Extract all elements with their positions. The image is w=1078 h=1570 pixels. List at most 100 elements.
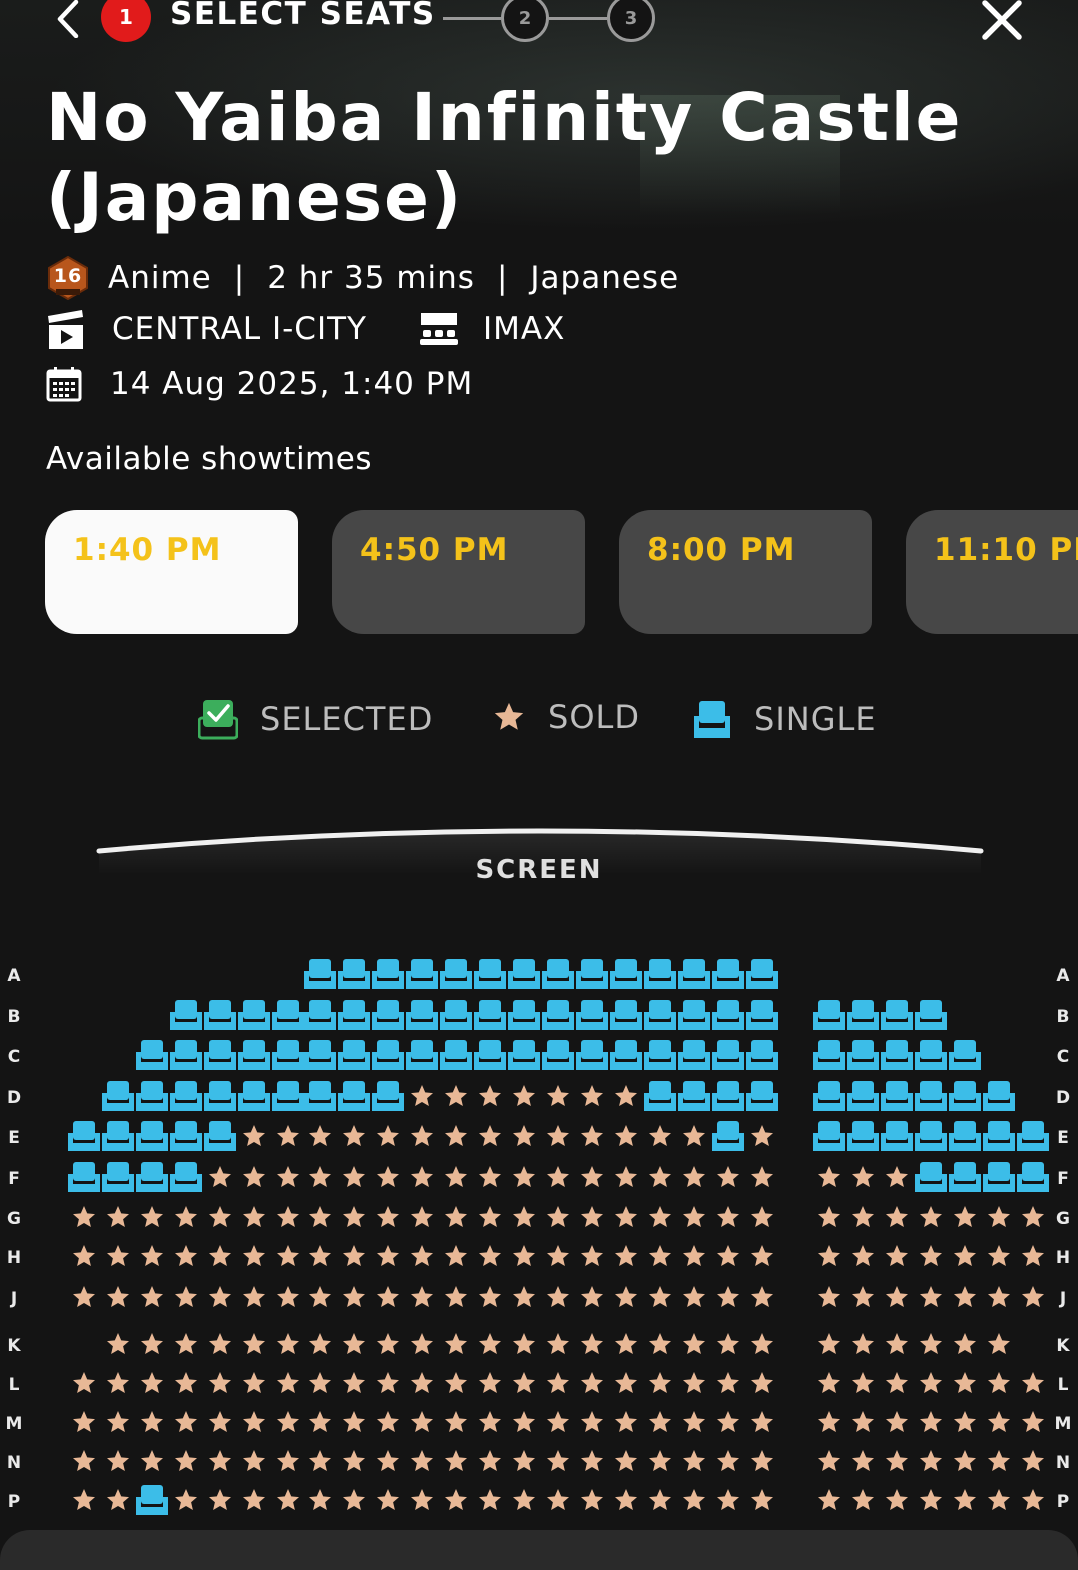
available-seat[interactable] bbox=[745, 1079, 779, 1113]
available-seat[interactable] bbox=[948, 1119, 982, 1153]
close-icon[interactable] bbox=[980, 0, 1024, 40]
available-seat[interactable] bbox=[271, 1079, 305, 1113]
available-seat[interactable] bbox=[337, 1079, 371, 1113]
available-seat[interactable] bbox=[303, 1038, 337, 1072]
available-seat[interactable] bbox=[609, 998, 643, 1032]
available-seat[interactable] bbox=[982, 1160, 1016, 1194]
available-seat[interactable] bbox=[507, 957, 541, 991]
available-seat[interactable] bbox=[711, 1079, 745, 1113]
available-seat[interactable] bbox=[745, 957, 779, 991]
available-seat[interactable] bbox=[914, 1079, 948, 1113]
available-seat[interactable] bbox=[846, 998, 880, 1032]
available-seat[interactable] bbox=[101, 1160, 135, 1194]
available-seat[interactable] bbox=[135, 1160, 169, 1194]
available-seat[interactable] bbox=[473, 1038, 507, 1072]
available-seat[interactable] bbox=[541, 1038, 575, 1072]
available-seat[interactable] bbox=[337, 1038, 371, 1072]
available-seat[interactable] bbox=[812, 1079, 846, 1113]
available-seat[interactable] bbox=[473, 998, 507, 1032]
available-seat[interactable] bbox=[914, 998, 948, 1032]
available-seat[interactable] bbox=[711, 957, 745, 991]
available-seat[interactable] bbox=[880, 1079, 914, 1113]
available-seat[interactable] bbox=[473, 957, 507, 991]
available-seat[interactable] bbox=[1016, 1119, 1050, 1153]
available-seat[interactable] bbox=[337, 998, 371, 1032]
available-seat[interactable] bbox=[643, 998, 677, 1032]
available-seat[interactable] bbox=[405, 957, 439, 991]
available-seat[interactable] bbox=[135, 1119, 169, 1153]
available-seat[interactable] bbox=[237, 1079, 271, 1113]
available-seat[interactable] bbox=[846, 1119, 880, 1153]
available-seat[interactable] bbox=[643, 1079, 677, 1113]
available-seat[interactable] bbox=[982, 1079, 1016, 1113]
available-seat[interactable] bbox=[914, 1038, 948, 1072]
available-seat[interactable] bbox=[677, 998, 711, 1032]
available-seat[interactable] bbox=[541, 957, 575, 991]
available-seat[interactable] bbox=[169, 1160, 203, 1194]
available-seat[interactable] bbox=[677, 957, 711, 991]
available-seat[interactable] bbox=[303, 998, 337, 1032]
available-seat[interactable] bbox=[169, 998, 203, 1032]
available-seat[interactable] bbox=[541, 998, 575, 1032]
available-seat[interactable] bbox=[948, 1038, 982, 1072]
available-seat[interactable] bbox=[643, 957, 677, 991]
available-seat[interactable] bbox=[67, 1160, 101, 1194]
available-seat[interactable] bbox=[948, 1160, 982, 1194]
available-seat[interactable] bbox=[880, 1038, 914, 1072]
available-seat[interactable] bbox=[609, 957, 643, 991]
available-seat[interactable] bbox=[812, 1119, 846, 1153]
available-seat[interactable] bbox=[203, 1119, 237, 1153]
available-seat[interactable] bbox=[371, 1079, 405, 1113]
available-seat[interactable] bbox=[846, 1079, 880, 1113]
available-seat[interactable] bbox=[575, 957, 609, 991]
available-seat[interactable] bbox=[169, 1119, 203, 1153]
available-seat[interactable] bbox=[575, 998, 609, 1032]
available-seat[interactable] bbox=[169, 1038, 203, 1072]
available-seat[interactable] bbox=[812, 1038, 846, 1072]
available-seat[interactable] bbox=[371, 998, 405, 1032]
available-seat[interactable] bbox=[439, 957, 473, 991]
available-seat[interactable] bbox=[880, 998, 914, 1032]
showtime-option[interactable]: 4:50 PM bbox=[332, 510, 585, 634]
available-seat[interactable] bbox=[982, 1119, 1016, 1153]
available-seat[interactable] bbox=[745, 998, 779, 1032]
showtime-option[interactable]: 1:40 PM bbox=[45, 510, 298, 634]
available-seat[interactable] bbox=[405, 1038, 439, 1072]
available-seat[interactable] bbox=[169, 1079, 203, 1113]
available-seat[interactable] bbox=[303, 957, 337, 991]
available-seat[interactable] bbox=[914, 1119, 948, 1153]
available-seat[interactable] bbox=[880, 1119, 914, 1153]
available-seat[interactable] bbox=[135, 1079, 169, 1113]
available-seat[interactable] bbox=[507, 998, 541, 1032]
available-seat[interactable] bbox=[337, 957, 371, 991]
available-seat[interactable] bbox=[405, 998, 439, 1032]
available-seat[interactable] bbox=[101, 1119, 135, 1153]
available-seat[interactable] bbox=[711, 1038, 745, 1072]
available-seat[interactable] bbox=[371, 1038, 405, 1072]
available-seat[interactable] bbox=[237, 998, 271, 1032]
available-seat[interactable] bbox=[371, 957, 405, 991]
back-arrow-icon[interactable] bbox=[52, 0, 82, 39]
available-seat[interactable] bbox=[135, 1483, 169, 1517]
available-seat[interactable] bbox=[677, 1038, 711, 1072]
available-seat[interactable] bbox=[948, 1079, 982, 1113]
available-seat[interactable] bbox=[271, 998, 305, 1032]
available-seat[interactable] bbox=[271, 1038, 305, 1072]
available-seat[interactable] bbox=[439, 998, 473, 1032]
available-seat[interactable] bbox=[203, 1038, 237, 1072]
available-seat[interactable] bbox=[812, 998, 846, 1032]
available-seat[interactable] bbox=[609, 1038, 643, 1072]
available-seat[interactable] bbox=[745, 1038, 779, 1072]
available-seat[interactable] bbox=[439, 1038, 473, 1072]
available-seat[interactable] bbox=[711, 1119, 745, 1153]
available-seat[interactable] bbox=[101, 1079, 135, 1113]
showtime-option[interactable]: 11:10 PM bbox=[906, 510, 1078, 634]
available-seat[interactable] bbox=[67, 1119, 101, 1153]
available-seat[interactable] bbox=[135, 1038, 169, 1072]
available-seat[interactable] bbox=[575, 1038, 609, 1072]
available-seat[interactable] bbox=[677, 1079, 711, 1113]
available-seat[interactable] bbox=[643, 1038, 677, 1072]
showtime-option[interactable]: 8:00 PM bbox=[619, 510, 872, 634]
available-seat[interactable] bbox=[237, 1038, 271, 1072]
available-seat[interactable] bbox=[914, 1160, 948, 1194]
